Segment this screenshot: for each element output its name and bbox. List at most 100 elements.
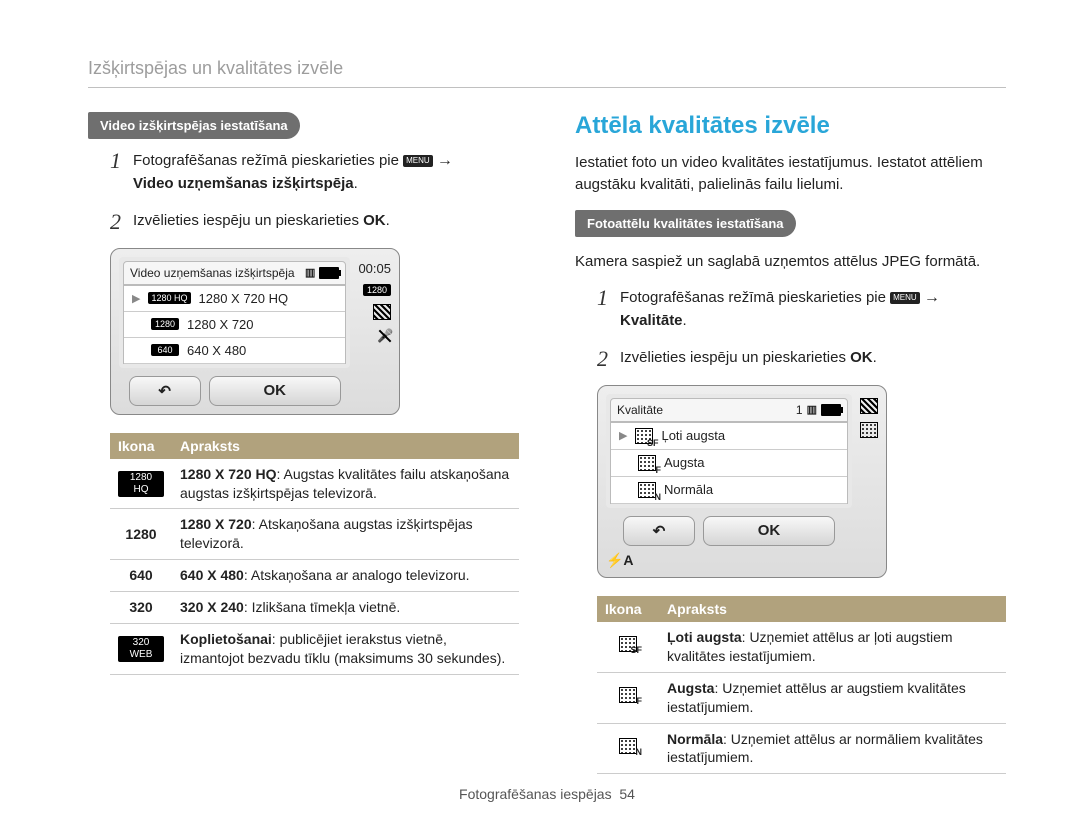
table-row: 1280 HQ 1280 X 720 HQ: Augstas kvalitāte…	[110, 459, 519, 509]
device-option-normal[interactable]: N Normāla	[611, 477, 847, 504]
option-label: 1280 X 720 HQ	[199, 291, 289, 306]
tag-video-res: Video izšķirtspējas iestatīšana	[88, 112, 300, 139]
flash-auto-icon: ⚡A	[606, 552, 872, 569]
device-option-1280[interactable]: 1280 1280 X 720	[124, 312, 345, 338]
res-icon: 1280	[125, 526, 156, 542]
quality-icon: N	[619, 738, 637, 754]
note-paragraph: Kamera saspiež un saglabā uzņemtos attēl…	[575, 251, 1006, 273]
sd-icon: ▥	[305, 266, 315, 279]
device-screenshot-quality: Kvalitāte 1 ▥ ▶ SF	[597, 385, 887, 578]
cell-bold: 1280 X 720 HQ	[180, 466, 277, 482]
cell-bold: Koplietošanai	[180, 631, 272, 647]
intro-paragraph: Iestatiet foto un video kvalitātes iesta…	[575, 152, 1006, 196]
right-step-2: 2 Izvēlieties iespēju un pieskarieties O…	[597, 347, 1006, 371]
device-option-1280hq[interactable]: ▶ 1280 HQ 1280 X 720 HQ	[124, 286, 345, 312]
battery-icon	[319, 267, 339, 279]
quality-icon: N	[638, 482, 656, 498]
table-row: 640 640 X 480: Atskaņošana ar analogo te…	[110, 560, 519, 592]
option-label: Normāla	[664, 482, 713, 497]
step-text: Izvēlieties iespēju un pieskarieties	[620, 349, 850, 366]
ok-icon: OK	[363, 210, 386, 233]
cell-bold: Normāla	[667, 731, 723, 747]
device-option-fine[interactable]: F Augsta	[611, 450, 847, 477]
res-icon: 320	[129, 599, 152, 615]
quality-icon: SF	[635, 428, 653, 444]
quality-icon: F	[619, 687, 637, 703]
right-column: Attēla kvalitātes izvēle Iestatiet foto …	[575, 112, 1006, 774]
size-status-icon	[860, 398, 878, 414]
table-row: SF Ļoti augsta: Uzņemiet attēlus ar ļoti…	[597, 622, 1006, 672]
device-ok-button[interactable]: OK	[209, 376, 341, 406]
cell-bold: 320 X 240	[180, 599, 244, 615]
cell-text: : Atskaņošana ar analogo televizoru.	[244, 567, 470, 583]
right-step-1: 1 Fotografēšanas režīmā pieskarieties pi…	[597, 286, 1006, 333]
device-screenshot-video: Video uzņemšanas izšķirtspēja ▥ ▶ 1280 H…	[110, 248, 400, 415]
step-text: Fotografēšanas režīmā pieskarieties pie	[620, 289, 890, 306]
step-bold: Kvalitāte	[620, 312, 683, 329]
res-icon: 640	[151, 344, 179, 356]
quality-icon: F	[638, 455, 656, 471]
arrow-icon: →	[924, 289, 940, 306]
arrow-icon: →	[437, 152, 453, 169]
res-icon: 1280 HQ	[118, 471, 164, 497]
res-icon: 1280 HQ	[148, 292, 190, 304]
option-label: Augsta	[664, 455, 704, 470]
table-row: N Normāla: Uzņemiet attēlus ar normāliem…	[597, 723, 1006, 774]
cell-text: : Izlikšana tīmekļa vietnē.	[244, 599, 400, 615]
page-number: 54	[619, 786, 635, 802]
sd-icon: ▥	[807, 403, 817, 416]
option-label: 640 X 480	[187, 343, 246, 358]
device-status-icons	[860, 394, 878, 546]
video-res-table: Ikona Apraksts 1280 HQ 1280 X 720 HQ: Au…	[110, 433, 519, 675]
left-column: Video izšķirtspējas iestatīšana 1 Fotogr…	[88, 112, 519, 774]
left-step-1: 1 Fotografēšanas režīmā pieskarieties pi…	[110, 149, 519, 196]
tag-photo-quality: Fotoattēlu kvalitātes iestatīšana	[575, 210, 796, 237]
table-header-desc: Apraksts	[172, 433, 519, 459]
step-end: .	[873, 349, 877, 366]
res-icon: 320 WEB	[118, 636, 164, 662]
step-text: Fotografēšanas režīmā pieskarieties pie	[133, 152, 403, 169]
device-back-button[interactable]: ↶	[129, 376, 201, 406]
res-status-icon: 1280	[363, 284, 391, 296]
table-row: F Augsta: Uzņemiet attēlus ar augstiem k…	[597, 672, 1006, 723]
selected-indicator-icon: ▶	[619, 429, 627, 442]
device-option-list: ▶ 1280 HQ 1280 X 720 HQ 1280 1280 X 720	[123, 286, 346, 364]
rec-time: 00:05	[358, 261, 391, 276]
cell-bold: 640 X 480	[180, 567, 244, 583]
cell-bold: Augsta	[667, 680, 714, 696]
step-number: 2	[110, 210, 121, 234]
quality-status-icon	[860, 422, 878, 438]
device-option-list: ▶ SF Ļoti augsta F Augsta	[610, 423, 848, 504]
step-end: .	[683, 312, 687, 329]
step-number: 1	[597, 286, 608, 333]
device-option-superfine[interactable]: ▶ SF Ļoti augsta	[611, 423, 847, 450]
table-header-icon: Ikona	[597, 596, 659, 622]
quality-icon: SF	[619, 636, 637, 652]
step-end: .	[354, 175, 358, 192]
device-status-icons: 00:05 1280	[358, 257, 391, 406]
frame-rate-icon	[373, 304, 391, 320]
left-step-2: 2 Izvēlieties iespēju un pieskarieties O…	[110, 210, 519, 234]
step-end: .	[386, 212, 390, 229]
option-label: 1280 X 720	[187, 317, 254, 332]
table-header-desc: Apraksts	[659, 596, 1006, 622]
page-header: Izšķirtspējas un kvalitātes izvēle	[88, 58, 1006, 88]
device-title: Kvalitāte	[617, 403, 663, 417]
menu-icon: MENU	[403, 155, 433, 167]
device-ok-button[interactable]: OK	[703, 516, 835, 546]
table-row: 320 WEB Koplietošanai: publicējiet ierak…	[110, 624, 519, 675]
step-number: 2	[597, 347, 608, 371]
option-label: Ļoti augsta	[661, 428, 725, 443]
footer-section: Fotografēšanas iespējas	[459, 786, 612, 802]
selected-indicator-icon: ▶	[132, 292, 140, 305]
step-text: Izvēlieties iespēju un pieskarieties	[133, 212, 363, 229]
cell-bold: 1280 X 720	[180, 516, 252, 532]
step-bold: Video uzņemšanas izšķirtspēja	[133, 175, 354, 192]
device-option-640[interactable]: 640 640 X 480	[124, 338, 345, 364]
res-icon: 640	[129, 567, 152, 583]
table-row: 320 320 X 240: Izlikšana tīmekļa vietnē.	[110, 592, 519, 624]
table-header-icon: Ikona	[110, 433, 172, 459]
menu-icon: MENU	[890, 292, 920, 304]
device-title: Video uzņemšanas izšķirtspēja	[130, 266, 295, 280]
device-back-button[interactable]: ↶	[623, 516, 695, 546]
